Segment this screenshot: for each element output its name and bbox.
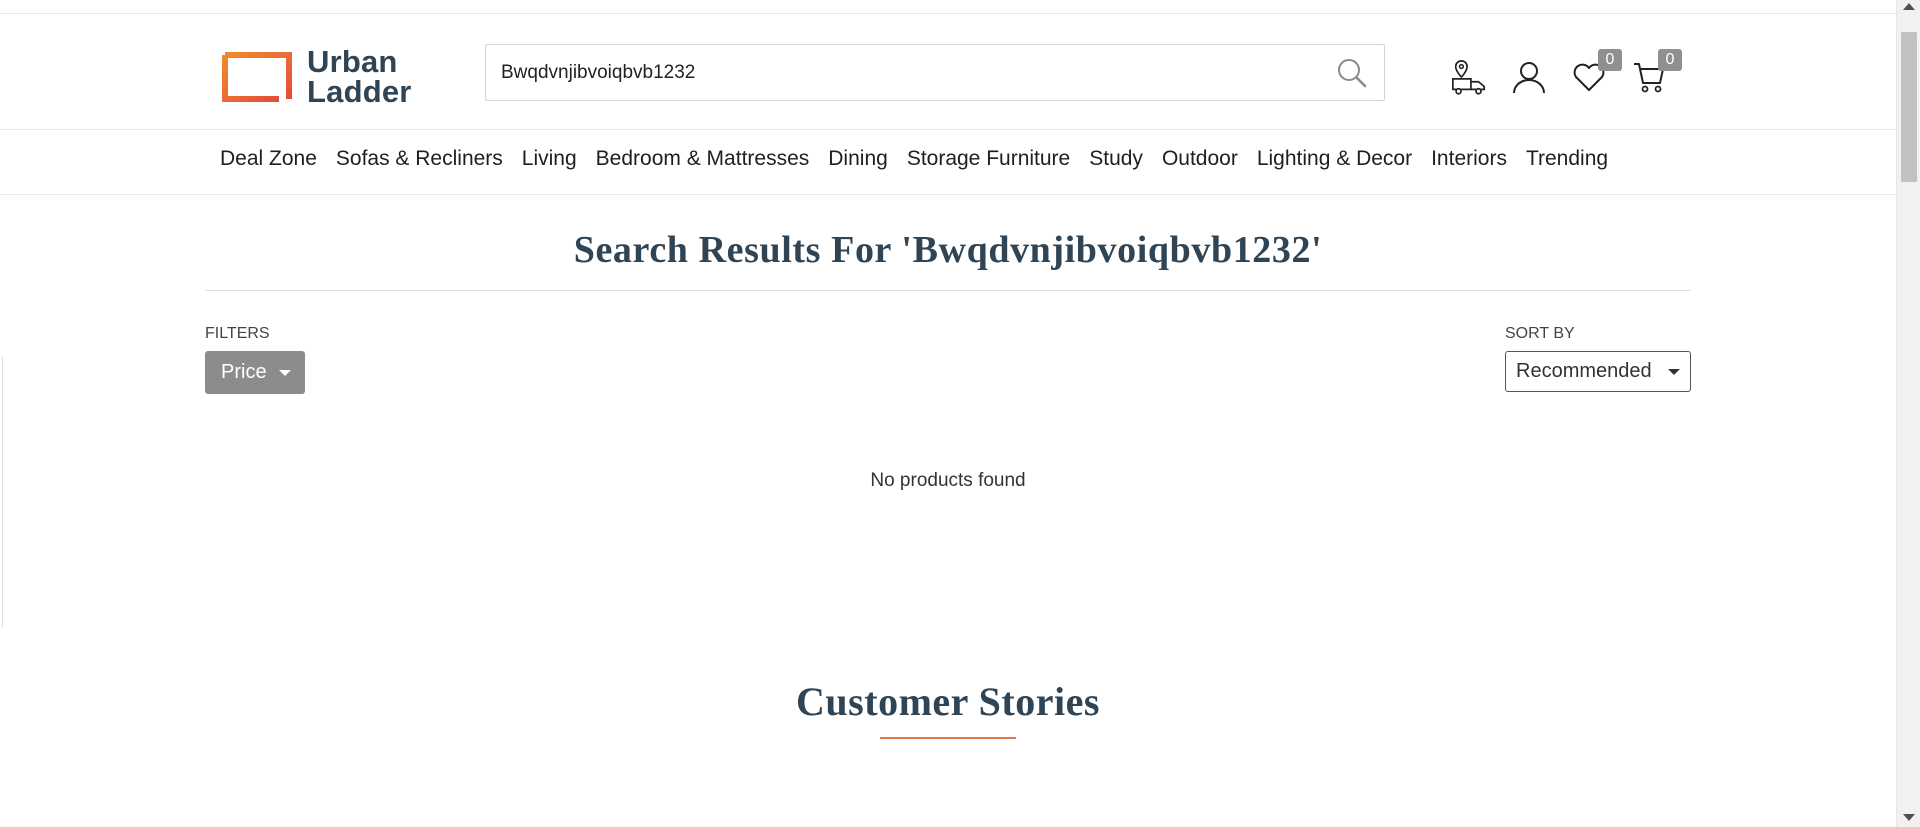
nav-item-trending[interactable]: Trending — [1526, 147, 1608, 171]
search-button[interactable] — [1334, 55, 1370, 91]
search-results-title: Search Results For 'Bwqdvnjibvoiqbvb1232… — [573, 229, 1323, 271]
cart-button[interactable]: 0 — [1630, 49, 1682, 97]
sort-by-label: SORT BY — [1505, 325, 1575, 342]
wishlist-button[interactable]: 0 — [1570, 49, 1622, 97]
customer-stories-title: Customer Stories — [796, 679, 1100, 724]
nav-item-bedroom-mattresses[interactable]: Bedroom & Mattresses — [596, 147, 810, 171]
caret-down-icon — [1668, 369, 1680, 375]
nav-item-deal-zone[interactable]: Deal Zone — [220, 147, 317, 171]
sort-selected-value: Recommended — [1516, 360, 1652, 382]
account-button[interactable] — [1510, 57, 1548, 97]
nav-item-living[interactable]: Living — [522, 147, 577, 171]
page-scrollbar[interactable] — [1896, 0, 1920, 827]
nav-item-interiors[interactable]: Interiors — [1431, 147, 1507, 171]
search-bar — [485, 44, 1385, 101]
price-filter-label: Price — [221, 361, 267, 383]
nav-item-dining[interactable]: Dining — [828, 147, 888, 171]
header-icons: 0 0 — [1450, 49, 1682, 102]
site-header: Urban Ladder Bwqdvnjibvoiqbvb1232 0 0 — [0, 14, 1896, 130]
brand-name: Urban Ladder — [307, 44, 412, 109]
category-nav: Deal Zone Sofas & Recliners Living Bedro… — [0, 131, 1896, 195]
delivery-location-icon — [1451, 59, 1486, 95]
wishlist-count-badge: 0 — [1598, 49, 1622, 71]
sort-select[interactable]: Recommended — [1505, 351, 1691, 392]
scroll-down-arrow-icon[interactable] — [1903, 814, 1915, 821]
nav-item-study[interactable]: Study — [1089, 147, 1143, 171]
delivery-location-button[interactable] — [1450, 57, 1488, 97]
search-input[interactable] — [501, 57, 1301, 89]
logo-mark-icon — [221, 51, 293, 103]
filters-label: FILTERS — [205, 325, 270, 342]
side-panel-edge — [0, 356, 3, 628]
caret-down-icon — [279, 370, 291, 376]
nav-item-outdoor[interactable]: Outdoor — [1162, 147, 1238, 171]
scroll-up-arrow-icon[interactable] — [1903, 3, 1915, 10]
brand-logo[interactable]: Urban Ladder — [221, 42, 421, 112]
top-border — [0, 0, 1896, 14]
price-filter-button[interactable]: Price — [205, 351, 305, 394]
nav-item-storage-furniture[interactable]: Storage Furniture — [907, 147, 1070, 171]
account-icon — [1513, 62, 1545, 94]
cart-count-badge: 0 — [1658, 49, 1682, 71]
customer-stories-underline — [880, 737, 1016, 739]
search-icon — [1338, 59, 1367, 88]
scrollbar-thumb[interactable] — [1901, 32, 1917, 182]
nav-item-sofas-recliners[interactable]: Sofas & Recliners — [336, 147, 503, 171]
empty-results-message: No products found — [870, 470, 1026, 491]
nav-item-lighting-decor[interactable]: Lighting & Decor — [1257, 147, 1412, 171]
title-divider — [205, 290, 1691, 291]
brand-name-line1: Urban — [307, 44, 398, 79]
brand-name-line2: Ladder — [307, 74, 412, 109]
